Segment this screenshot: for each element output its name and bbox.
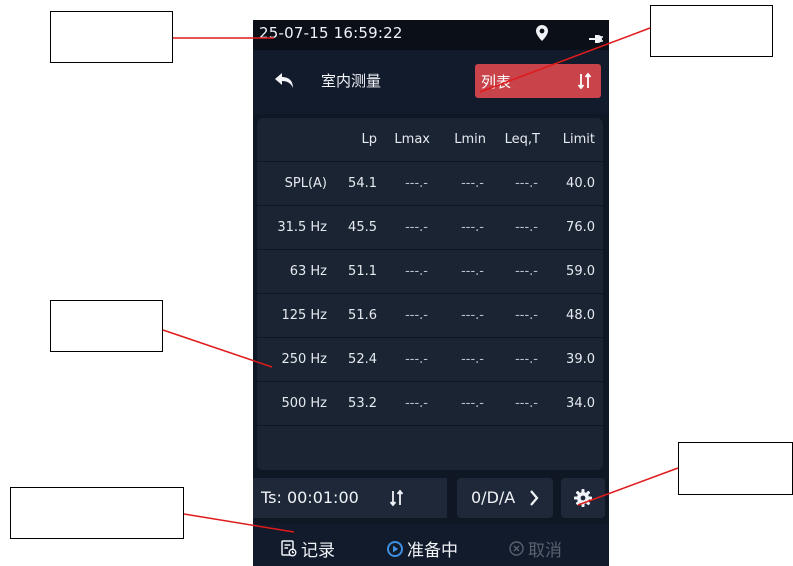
title-bar: 室内测量 列表: [253, 50, 609, 114]
lmax-value: ---.-: [377, 205, 434, 250]
column-header-lmax: Lmax: [377, 118, 434, 162]
table-row: 63 Hz 51.1 ---.- ---.- ---.- 59.0: [257, 249, 603, 294]
annotation-box-mid-left: [50, 300, 163, 352]
annotation-box-top-left: [50, 11, 173, 63]
cancel-circle-icon: [509, 541, 524, 556]
column-header-limit: Limit: [544, 118, 603, 162]
charging-plug-icon: [589, 29, 603, 48]
leq-value: ---.-: [490, 381, 544, 426]
column-header-leq: Leq,T: [490, 118, 544, 162]
record-label: 记录: [301, 541, 335, 561]
leq-value: ---.-: [490, 249, 544, 294]
integration-time-label: Ts: 00:01:00: [261, 488, 359, 507]
record-log-icon: [281, 540, 297, 557]
lmin-value: ---.-: [434, 205, 490, 250]
status-bar: 25-07-15 16:59:22: [253, 20, 609, 50]
leq-value: ---.-: [490, 337, 544, 382]
chevron-right-icon: [529, 490, 539, 510]
device-screen: 25-07-15 16:59:22 室内测量 列表 Lp Lmax Lmin L…: [253, 20, 609, 566]
limit-value: 76.0: [544, 205, 603, 250]
leq-value: ---.-: [490, 205, 544, 250]
lmin-value: ---.-: [434, 249, 490, 294]
row-label: 63 Hz: [257, 249, 327, 294]
weighting-mode-button[interactable]: 0/D/A: [457, 478, 553, 518]
annotation-box-bottom-right: [678, 442, 793, 495]
lmin-value: ---.-: [434, 293, 490, 338]
limit-value: 34.0: [544, 381, 603, 426]
lmin-value: ---.-: [434, 161, 490, 206]
start-measurement-button[interactable]: 准备中: [387, 536, 458, 561]
limit-value: 39.0: [544, 337, 603, 382]
lp-value: 51.1: [327, 249, 377, 294]
column-header-lmin: Lmin: [434, 118, 490, 162]
annotation-box-bottom-left: [10, 487, 184, 539]
view-mode-label: 列表: [481, 73, 512, 91]
lmax-value: ---.-: [377, 337, 434, 382]
row-label: SPL(A): [257, 161, 327, 206]
table-row: 500 Hz 53.2 ---.- ---.- ---.- 34.0: [257, 381, 603, 426]
page-title: 室内测量: [321, 72, 382, 90]
action-bar: 记录 准备中 取消: [253, 524, 609, 566]
row-label: 500 Hz: [257, 381, 327, 426]
lmax-value: ---.-: [377, 161, 434, 206]
weighting-mode-label: 0/D/A: [471, 488, 516, 507]
location-pin-icon: [536, 25, 548, 45]
settings-button[interactable]: [561, 478, 605, 518]
leq-value: ---.-: [490, 293, 544, 338]
measurement-status-label: 准备中: [407, 541, 458, 561]
sort-arrows-icon[interactable]: [389, 489, 405, 511]
lp-value: 53.2: [327, 381, 377, 426]
table-row: SPL(A) 54.1 ---.- ---.- ---.- 40.0: [257, 161, 603, 206]
gear-icon: [574, 489, 592, 507]
cancel-button[interactable]: 取消: [509, 536, 562, 561]
lmax-value: ---.-: [377, 249, 434, 294]
lmax-value: ---.-: [377, 381, 434, 426]
measurement-table: Lp Lmax Lmin Leq,T Limit SPL(A) 54.1 ---…: [257, 118, 603, 426]
view-mode-button[interactable]: 列表: [475, 64, 601, 98]
annotation-box-top-right: [650, 5, 773, 57]
back-arrow-icon[interactable]: [271, 67, 299, 95]
play-circle-icon: [387, 540, 403, 557]
lmin-value: ---.-: [434, 381, 490, 426]
measurement-table-panel: Lp Lmax Lmin Leq,T Limit SPL(A) 54.1 ---…: [257, 118, 603, 470]
limit-value: 48.0: [544, 293, 603, 338]
status-datetime: 25-07-15 16:59:22: [259, 24, 403, 42]
limit-value: 40.0: [544, 161, 603, 206]
row-label: 250 Hz: [257, 337, 327, 382]
row-label: 31.5 Hz: [257, 205, 327, 250]
table-row: 31.5 Hz 45.5 ---.- ---.- ---.- 76.0: [257, 205, 603, 250]
lp-value: 45.5: [327, 205, 377, 250]
leq-value: ---.-: [490, 161, 544, 206]
integration-time-control[interactable]: Ts: 00:01:00: [253, 478, 447, 518]
column-header-label: [257, 118, 327, 162]
table-row: 250 Hz 52.4 ---.- ---.- ---.- 39.0: [257, 337, 603, 382]
sort-arrows-icon: [577, 72, 593, 94]
table-row: 125 Hz 51.6 ---.- ---.- ---.- 48.0: [257, 293, 603, 338]
cancel-label: 取消: [528, 541, 562, 561]
column-header-lp: Lp: [327, 118, 377, 162]
bottom-control-bar: Ts: 00:01:00 0/D/A: [253, 478, 609, 520]
row-label: 125 Hz: [257, 293, 327, 338]
lp-value: 52.4: [327, 337, 377, 382]
lp-value: 51.6: [327, 293, 377, 338]
limit-value: 59.0: [544, 249, 603, 294]
lp-value: 54.1: [327, 161, 377, 206]
lmax-value: ---.-: [377, 293, 434, 338]
lmin-value: ---.-: [434, 337, 490, 382]
table-header-row: Lp Lmax Lmin Leq,T Limit: [257, 118, 603, 162]
record-button[interactable]: 记录: [281, 536, 335, 561]
